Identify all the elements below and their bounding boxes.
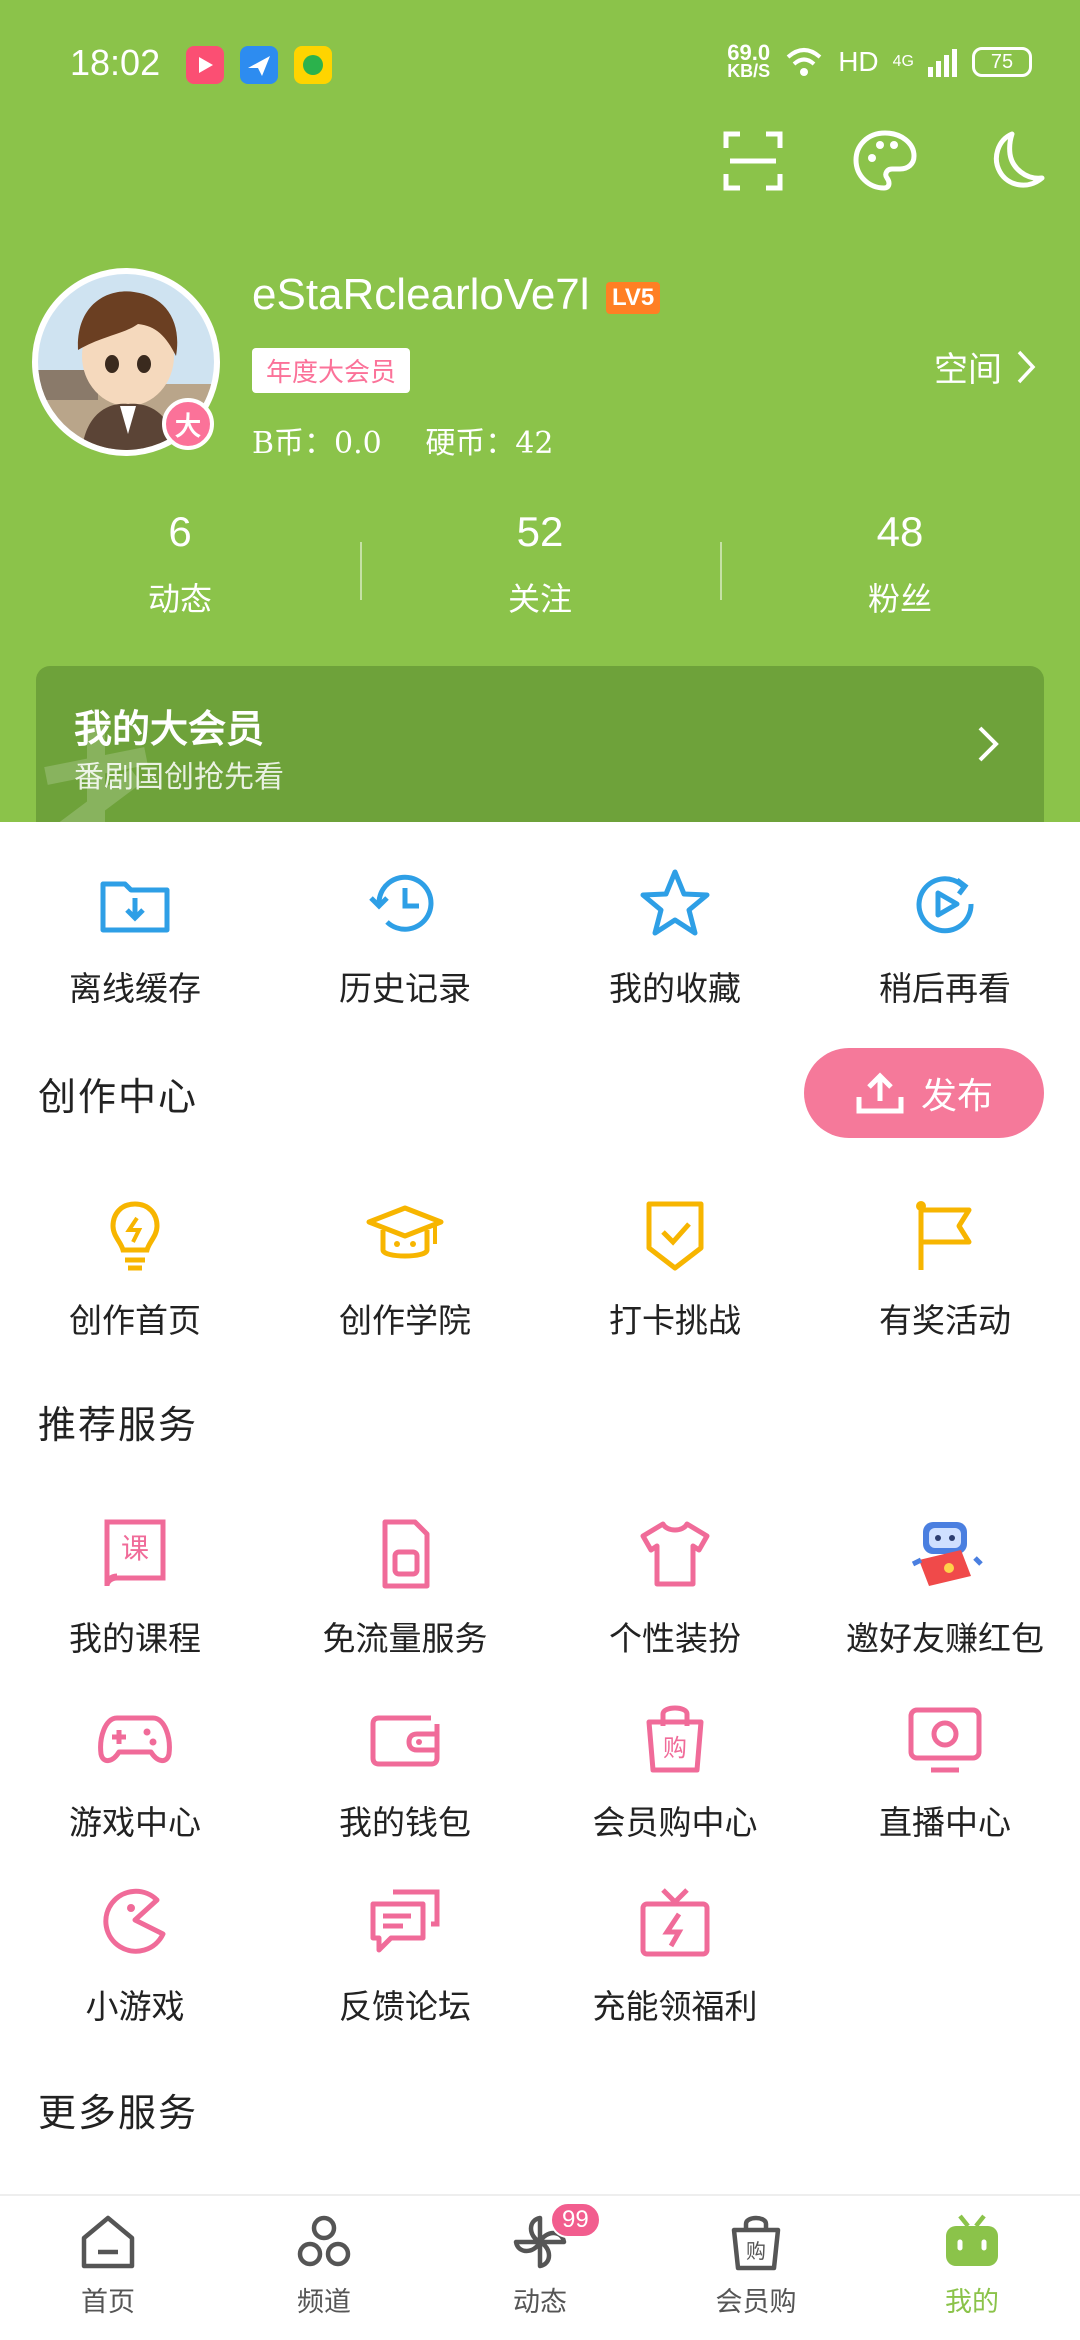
svg-text:课: 课	[121, 1532, 149, 1565]
service-my-courses[interactable]: 课 我的课程	[0, 1514, 270, 1660]
chevron-right-icon	[978, 726, 999, 762]
tshirt-icon	[640, 1521, 710, 1587]
video-app-notification-icon	[186, 46, 224, 84]
tab-channel[interactable]: 频道	[216, 2196, 432, 2340]
watch-later-icon	[916, 876, 974, 934]
service-live-center[interactable]: 直播中心	[810, 1698, 1080, 1844]
service-energy-rewards[interactable]: 充能领福利	[540, 1882, 810, 2028]
tab-member-shop[interactable]: 购 会员购	[648, 2196, 864, 2340]
gamepad-icon	[98, 1715, 172, 1763]
service-personalize[interactable]: 个性装扮	[540, 1514, 810, 1660]
bottom-tab-bar: 首页 频道 99 动态 购 会员购 我的	[0, 2194, 1080, 2340]
space-label: 空间	[934, 350, 1002, 390]
level-badge: LV5	[606, 282, 661, 314]
service-member-shop[interactable]: 购 会员购中心	[540, 1698, 810, 1844]
pacman-icon	[103, 1888, 166, 1954]
svg-text:购: 购	[663, 1734, 687, 1762]
recommended-services-title: 推荐服务	[38, 1403, 199, 1447]
course-book-icon: 课	[104, 1519, 166, 1587]
sim-card-icon	[382, 1519, 430, 1589]
channel-icon	[297, 2215, 351, 2267]
creation-rewards[interactable]: 有奖活动	[810, 1196, 1080, 1342]
wallet-icon	[370, 1715, 440, 1767]
shop-bag-icon: 购	[731, 2215, 781, 2271]
service-wallet[interactable]: 我的钱包	[270, 1698, 540, 1844]
creation-center-title: 创作中心	[38, 1075, 199, 1119]
stat-following[interactable]: 52 关注	[360, 508, 720, 620]
plane-app-notification-icon	[240, 46, 278, 84]
palette-icon[interactable]	[852, 128, 918, 194]
vip-tag[interactable]: 年度大会员	[252, 348, 411, 393]
vip-membership-card[interactable]: 我的大会员 番剧国创抢先看	[36, 666, 1044, 822]
download-folder-icon	[100, 881, 170, 933]
services-row-2: 游戏中心 我的钱包 购 会员购中心 直播中心	[0, 1698, 1080, 1844]
creation-academy[interactable]: 创作学院	[270, 1196, 540, 1342]
tab-mine[interactable]: 我的	[864, 2196, 1080, 2340]
night-mode-icon[interactable]	[984, 128, 1050, 194]
status-bar: 18:02 69.0 KB/S HD 4G 75	[0, 0, 1080, 130]
mascot-red-envelope-icon	[911, 1522, 983, 1586]
quick-actions: 离线缓存 历史记录 我的收藏 稍后再看	[0, 864, 1080, 1010]
services-row-1: 课 我的课程 免流量服务 个性装扮 邀好友赚红包	[0, 1514, 1080, 1660]
quick-favorites[interactable]: 我的收藏	[540, 864, 810, 1010]
vip-card-title: 我的大会员	[74, 706, 265, 751]
b-coin-balance: B币：0.0	[252, 426, 382, 461]
gift-energy-icon	[640, 1888, 710, 1957]
svg-text:购: 购	[746, 2239, 766, 2263]
top-actions	[720, 128, 1050, 194]
stat-dynamics[interactable]: 6 动态	[0, 508, 360, 620]
service-game-center[interactable]: 游戏中心	[0, 1698, 270, 1844]
stat-followers[interactable]: 48 粉丝	[720, 508, 1080, 620]
quick-offline-cache[interactable]: 离线缓存	[0, 864, 270, 1010]
live-tv-icon	[908, 1707, 982, 1773]
tv-mascot-icon	[946, 2214, 998, 2266]
service-free-data[interactable]: 免流量服务	[270, 1514, 540, 1660]
notification-icons	[186, 46, 332, 84]
net-speed: 69.0 KB/S	[727, 40, 771, 81]
publish-button[interactable]: 发布	[804, 1048, 1044, 1138]
service-invite-friends[interactable]: 邀好友赚红包	[810, 1514, 1080, 1660]
status-right: 69.0 KB/S HD 4G 75	[727, 40, 1032, 81]
history-clock-icon	[369, 874, 434, 932]
chat-bubbles-icon	[370, 1889, 440, 1953]
quick-watch-later[interactable]: 稍后再看	[810, 864, 1080, 1010]
hd-indicator: HD	[838, 46, 879, 77]
checkin-badge-icon	[646, 1201, 704, 1271]
profile-header: 18:02 69.0 KB/S HD 4G 75 大 eStaRclearloV…	[0, 0, 1080, 822]
vip-badge: 大	[162, 398, 214, 450]
graduation-cap-icon	[366, 1205, 444, 1259]
signal-icon	[928, 49, 957, 77]
upload-icon	[856, 1072, 904, 1114]
lightbulb-icon	[110, 1201, 160, 1271]
services-row-3: 小游戏 反馈论坛 充能领福利	[0, 1882, 1080, 2028]
service-mini-games[interactable]: 小游戏	[0, 1882, 270, 2028]
service-feedback-forum[interactable]: 反馈论坛	[270, 1882, 540, 2028]
home-icon	[81, 2215, 135, 2269]
coin-balance: 硬币：42	[425, 426, 554, 461]
creation-items: 创作首页 创作学院 打卡挑战 有奖活动	[0, 1196, 1080, 1342]
coin-balances: B币：0.0 硬币：42	[252, 418, 588, 462]
battery-indicator: 75	[972, 47, 1032, 77]
chevron-right-icon	[1017, 350, 1036, 383]
space-link[interactable]: 空间	[934, 342, 1036, 391]
signal-type: 4G	[892, 53, 914, 70]
scan-icon[interactable]	[720, 128, 786, 194]
wifi-icon	[786, 48, 822, 76]
shopping-bag-icon: 购	[646, 1705, 704, 1773]
vip-card-subtitle: 番剧国创抢先看	[74, 760, 284, 795]
profile-stats: 6 动态 52 关注 48 粉丝	[0, 508, 1080, 620]
music-app-notification-icon	[294, 46, 332, 84]
creation-home[interactable]: 创作首页	[0, 1196, 270, 1342]
more-services-title: 更多服务	[38, 2091, 199, 2135]
username[interactable]: eStaRclearloVe7l	[252, 270, 590, 320]
notification-badge: 99	[550, 2202, 601, 2238]
tab-dynamics[interactable]: 99 动态	[432, 2196, 648, 2340]
status-time: 18:02	[70, 42, 161, 83]
tab-home[interactable]: 首页	[0, 2196, 216, 2340]
quick-history[interactable]: 历史记录	[270, 864, 540, 1010]
flag-icon	[916, 1201, 972, 1270]
star-icon	[640, 869, 710, 936]
creation-checkin-challenge[interactable]: 打卡挑战	[540, 1196, 810, 1342]
